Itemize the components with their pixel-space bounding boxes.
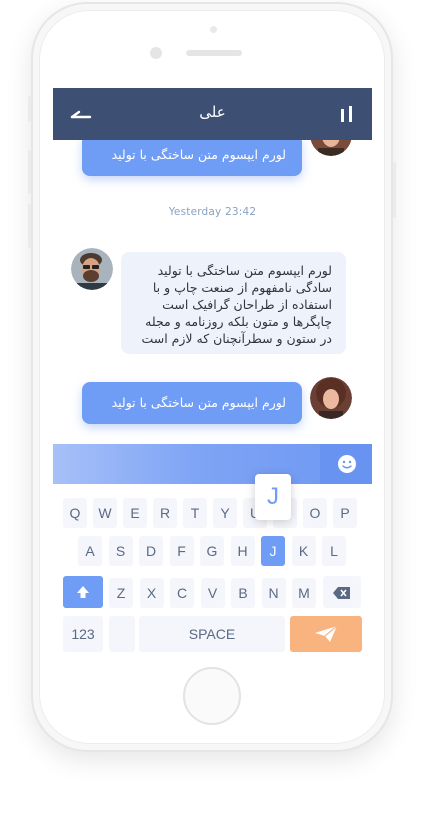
key-y[interactable]: Y [213,498,237,528]
key-t[interactable]: T [183,498,207,528]
key-b[interactable]: B [231,578,255,608]
paper-plane-icon [315,625,338,642]
key-a[interactable]: A [78,536,102,566]
message-bubble-outgoing[interactable]: لورم ایپسوم متن ساختگی با تولید [82,382,302,424]
proximity-sensor [210,26,217,33]
key-k[interactable]: K [291,536,316,566]
backspace-icon [333,587,350,599]
message-text: لورم ایپسوم متن ساختگی با تولید [111,395,286,410]
key-o[interactable]: O [303,498,327,528]
shift-arrow-icon [77,586,89,598]
message-line: سادگی نامفهوم از صنعت چاپ و با [152,280,332,295]
bars-icon[interactable] [340,106,354,122]
chat-header: علی [53,88,372,140]
message-line: چاپگرها و متون بلکه روزنامه و مجله [145,314,332,329]
avatar-self[interactable] [310,377,352,419]
avatar-contact[interactable] [71,248,113,290]
shift-key[interactable] [63,576,103,608]
key-d[interactable]: D [139,536,163,566]
key-c[interactable]: C [170,578,194,608]
key-h[interactable]: H [230,536,255,566]
backspace-key[interactable] [323,576,361,608]
message-text: لورم ایپسوم متن ساختگی با تولید [111,147,286,162]
message-bubble-outgoing[interactable]: لورم ایپسوم متن ساختگی با تولید [82,134,302,176]
message-input-bar[interactable] [53,444,372,484]
key-r[interactable]: R [153,498,177,528]
app-screen: لورم ایپسوم متن ساختگی با تولید Yesterda… [53,88,372,656]
message-line: در ستون و سطرآنچنان که لازم است [141,331,332,346]
key-z[interactable]: Z [109,578,133,608]
key-n[interactable]: N [261,578,286,608]
numbers-key[interactable]: 123 [63,616,103,652]
contact-name: علی [199,103,226,121]
home-button[interactable] [183,667,241,725]
key-p[interactable]: P [333,498,357,528]
earpiece-speaker [186,50,242,56]
key-x[interactable]: X [139,578,164,608]
key-l[interactable]: L [322,536,346,566]
key-g[interactable]: G [200,536,224,566]
volume-down-button [28,204,31,248]
emoji-button[interactable] [320,444,372,484]
mute-switch [28,96,31,122]
smiley-icon [338,455,356,473]
key-w[interactable]: W [93,498,117,528]
message-bubble-incoming[interactable]: لورم ایپسوم متن ساختگی با تولید سادگی نا… [121,252,346,354]
message-line: استفاده از طراحان گرافیک است [162,297,332,312]
key-v[interactable]: V [200,578,225,608]
power-button [393,162,396,218]
key-e[interactable]: E [123,498,147,528]
key-q[interactable]: Q [63,498,87,528]
key-m[interactable]: M [292,578,316,608]
key-s[interactable]: S [108,536,133,566]
onscreen-keyboard: QWERTYUIOP ASDFGHJKL ZXCVBNM 123 SPACE J [53,474,372,656]
key-j[interactable]: J [261,536,285,566]
space-key[interactable]: SPACE [139,616,285,652]
message-line: لورم ایپسوم متن ساختگی با تولید [157,263,332,278]
key-preview-popup: J [255,474,291,520]
volume-up-button [28,150,31,194]
send-button[interactable] [290,616,362,652]
front-camera [150,47,162,59]
globe-key[interactable] [109,616,135,652]
key-f[interactable]: F [169,536,194,566]
chat-thread: لورم ایپسوم متن ساختگی با تولید Yesterda… [53,88,372,443]
message-timestamp: Yesterday 23:42 [168,206,257,218]
